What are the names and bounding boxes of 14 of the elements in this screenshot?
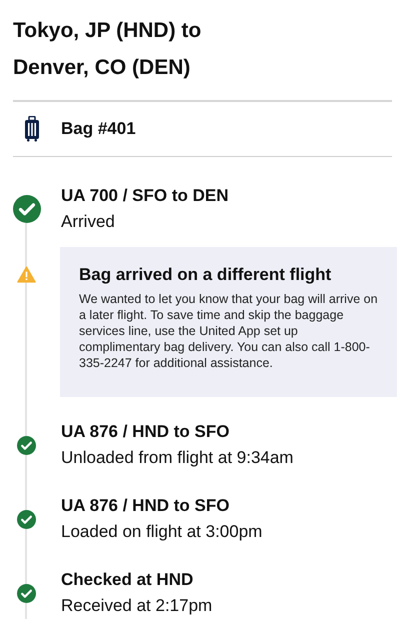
bag-label: Bag #401: [61, 118, 136, 140]
event-title: UA 700 / SFO to DEN: [61, 185, 229, 207]
suitcase-icon: [24, 116, 40, 142]
event-detail: Received at 2:17pm: [61, 595, 212, 617]
event-detail: Arrived: [61, 211, 116, 233]
event-title: Checked at HND: [61, 569, 194, 591]
warning-icon: [16, 266, 36, 283]
alert-message: We wanted to let you know that your bag will arrive on a later flight. To save time and skip the baggage services line, use the United App set up complimentary bag delivery. You can also call 1-800-335-2247 for additional assistance.: [79, 291, 378, 371]
alert-title: Bag arrived on a different flight: [79, 264, 332, 286]
trip-title: Tokyo, JP (HND) to Denver, CO (DEN): [13, 18, 202, 81]
event-detail: Loaded on flight at 3:00pm: [61, 521, 262, 543]
event-detail: Unloaded from flight at 9:34am: [61, 447, 294, 469]
event-title: UA 876 / HND to SFO: [61, 495, 230, 517]
event-title: UA 876 / HND to SFO: [61, 421, 230, 443]
